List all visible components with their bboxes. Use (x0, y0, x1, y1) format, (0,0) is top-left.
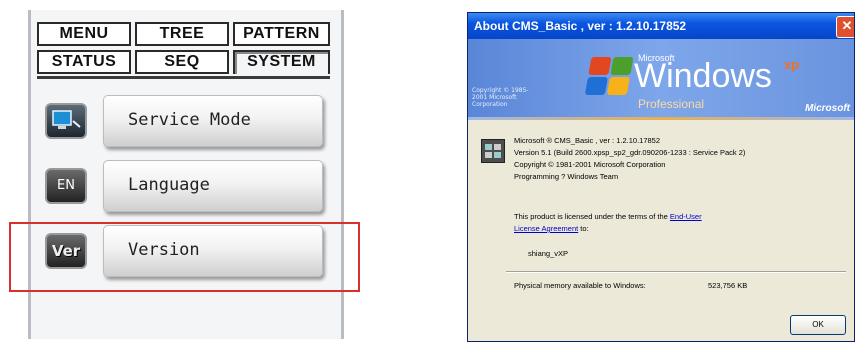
info-line: Copyright © 1981-2001 Microsoft Corporat… (514, 160, 666, 169)
close-icon[interactable]: ✕ (836, 16, 854, 38)
tab-menu[interactable]: MENU (37, 22, 131, 46)
about-dialog: About CMS_Basic , ver : 1.2.10.17852 ✕ C… (467, 12, 855, 342)
windows-xp-banner: Copyright © 1985-2001 Microsoft Corporat… (468, 39, 854, 117)
license-prefix: This product is licensed under the terms… (514, 212, 668, 221)
licensed-user: shiang_vXP (528, 249, 569, 258)
separator (506, 271, 846, 273)
banner-brand: Microsoft (805, 103, 850, 114)
tab-seq[interactable]: SEQ (135, 50, 229, 74)
service-mode-label: Service Mode (128, 110, 251, 130)
banner-xp: xp (784, 57, 800, 72)
language-label: Language (128, 175, 210, 195)
banner-copyright: Copyright © 1985-2001 Microsoft Corporat… (472, 87, 529, 108)
language-icon: EN (45, 168, 87, 204)
tab-pattern[interactable]: PATTERN (233, 22, 330, 46)
memory-value: 523,756 KB (708, 281, 748, 290)
banner-edition: Professional (638, 97, 705, 111)
monitor-icon (45, 103, 87, 139)
language-button[interactable]: EN Language (45, 160, 323, 212)
service-mode-button-body[interactable]: Service Mode (103, 95, 323, 147)
tab-status[interactable]: STATUS (37, 50, 131, 74)
tab-tree[interactable]: TREE (135, 22, 229, 46)
info-line: Microsoft ® CMS_Basic , ver : 1.2.10.178… (514, 136, 661, 145)
license-text: This product is licensed under the terms… (514, 211, 814, 235)
tab-system[interactable]: SYSTEM (233, 50, 330, 74)
info-line: Version 5.1 (Build 2600.xpsp_sp2_gdr.090… (514, 148, 746, 157)
memory-label: Physical memory available to Windows: (514, 281, 646, 290)
dialog-title: About CMS_Basic , ver : 1.2.10.17852 (474, 19, 687, 33)
info-line: Programming ? Windows Team (514, 172, 619, 181)
banner-divider (468, 117, 854, 120)
dialog-titlebar[interactable]: About CMS_Basic , ver : 1.2.10.17852 ✕ (468, 13, 854, 39)
license-suffix: to: (578, 224, 589, 233)
ok-button[interactable]: OK (790, 315, 846, 335)
service-mode-button[interactable]: Service Mode (45, 95, 323, 147)
eula-link-cont[interactable]: License Agreement (514, 224, 578, 233)
language-button-body[interactable]: Language (103, 160, 323, 212)
product-info: Microsoft ® CMS_Basic , ver : 1.2.10.178… (514, 135, 745, 183)
app-icon (481, 139, 505, 163)
tab-underline (37, 76, 330, 79)
windows-flag-icon (584, 57, 635, 97)
banner-windows: Windows (634, 57, 772, 95)
eula-link[interactable]: End-User (670, 212, 702, 221)
version-highlight-box (9, 222, 360, 292)
